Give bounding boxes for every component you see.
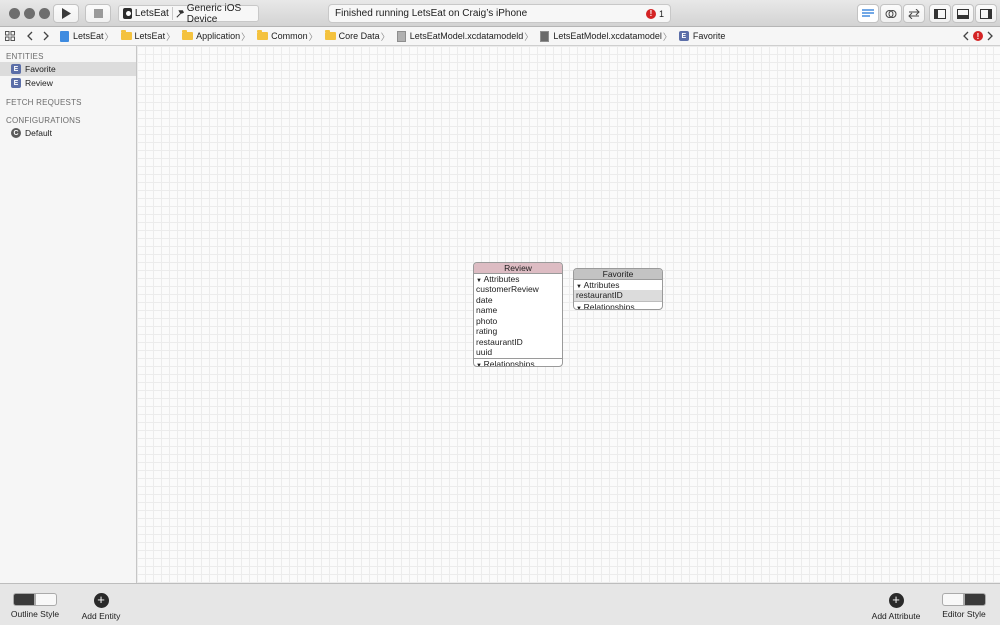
toggle-navigator-button[interactable] bbox=[929, 4, 951, 23]
stop-button[interactable] bbox=[85, 4, 111, 23]
issue-error-icon[interactable]: ! bbox=[973, 31, 983, 41]
run-button[interactable] bbox=[53, 4, 79, 23]
scheme-device-name: Generic iOS Device bbox=[186, 2, 242, 25]
activity-message: Finished running LetsEat on Craig’s iPho… bbox=[335, 8, 528, 19]
sidebar-configuration-default[interactable]: C Default bbox=[0, 126, 136, 140]
breadcrumb-xcdatamodel[interactable]: LetsEatModel.xcdatamodel 〉 bbox=[540, 30, 675, 43]
sidebar-entity-review[interactable]: E Review bbox=[0, 76, 136, 90]
breadcrumb-entity-favorite[interactable]: E Favorite bbox=[678, 31, 725, 41]
outline-style-control[interactable]: Outline Style bbox=[8, 593, 62, 619]
bottom-panel-icon bbox=[957, 8, 969, 19]
entity-box-review[interactable]: Review Attributes customerReview date na… bbox=[473, 262, 563, 367]
data-model-bundle-icon bbox=[396, 30, 406, 42]
breadcrumb-group-common[interactable]: Common 〉 bbox=[257, 30, 321, 43]
relationships-section[interactable]: Relationships bbox=[474, 357, 562, 366]
hammer-icon bbox=[176, 9, 184, 18]
folder-icon bbox=[182, 30, 194, 40]
related-items-grid-icon[interactable] bbox=[5, 31, 15, 41]
minimize-window-button[interactable] bbox=[24, 8, 35, 19]
attributes-section[interactable]: Attributes bbox=[474, 274, 562, 284]
configuration-icon: C bbox=[11, 128, 21, 138]
breadcrumb-group-application[interactable]: Application 〉 bbox=[182, 30, 253, 43]
project-icon bbox=[60, 30, 69, 42]
entities-header: ENTITIES bbox=[6, 52, 44, 61]
app-icon bbox=[123, 8, 132, 19]
right-panel-icon bbox=[980, 8, 992, 19]
plus-icon: + bbox=[93, 593, 109, 608]
play-icon bbox=[62, 8, 71, 19]
attribute-row[interactable]: name bbox=[474, 305, 562, 316]
configurations-header: CONFIGURATIONS bbox=[6, 116, 81, 125]
breadcrumb-project[interactable]: LetsEat 〉 bbox=[60, 30, 117, 43]
attributes-section[interactable]: Attributes bbox=[574, 280, 662, 290]
window-toolbar: LetsEat Generic iOS Device Finished runn… bbox=[0, 0, 1000, 27]
assistant-editor-button[interactable] bbox=[880, 4, 902, 23]
error-count: 1 bbox=[658, 8, 664, 19]
table-style-icon[interactable] bbox=[942, 593, 964, 606]
attribute-row[interactable]: uuid bbox=[474, 347, 562, 358]
scheme-app-name: LetsEat bbox=[134, 8, 169, 19]
folder-icon bbox=[257, 30, 269, 40]
hierarchical-list-icon[interactable] bbox=[35, 593, 57, 606]
add-entity-button[interactable]: + Add Entity bbox=[78, 593, 124, 622]
stop-icon bbox=[93, 9, 103, 18]
graph-style-icon[interactable] bbox=[964, 593, 986, 606]
add-attribute-label: Add Attribute bbox=[871, 611, 921, 621]
graph-editor-canvas[interactable]: Review Attributes customerReview date na… bbox=[137, 46, 1000, 583]
error-icon[interactable]: ! bbox=[645, 8, 656, 19]
attribute-row[interactable]: customerReview bbox=[474, 284, 562, 295]
add-entity-label: Add Entity bbox=[81, 611, 121, 621]
attribute-row[interactable]: restaurantID bbox=[474, 337, 562, 348]
editor-style-control[interactable]: Editor Style bbox=[938, 593, 990, 619]
folder-icon bbox=[324, 30, 336, 40]
data-model-icon bbox=[540, 30, 550, 42]
chevron-left-icon[interactable] bbox=[26, 31, 33, 41]
outline-style-label: Outline Style bbox=[10, 609, 60, 619]
chevron-right-icon[interactable] bbox=[43, 31, 50, 41]
zoom-window-button[interactable] bbox=[39, 8, 50, 19]
breadcrumb-group-core-data[interactable]: Core Data 〉 bbox=[324, 30, 393, 43]
relationships-section[interactable]: Relationships bbox=[574, 300, 662, 309]
attribute-row[interactable]: restaurantID bbox=[574, 290, 662, 301]
editor-style-segmented[interactable] bbox=[938, 593, 990, 606]
attribute-row[interactable]: date bbox=[474, 295, 562, 306]
folder-icon bbox=[120, 30, 132, 40]
attribute-row[interactable]: rating bbox=[474, 326, 562, 337]
editor-bottom-bar: Outline Style + Add Entity + Add Attribu… bbox=[0, 583, 1000, 625]
entity-icon: E bbox=[11, 64, 21, 74]
left-panel-icon bbox=[934, 8, 946, 19]
scheme-selector[interactable]: LetsEat Generic iOS Device bbox=[118, 2, 259, 25]
rings-icon bbox=[885, 9, 897, 18]
previous-issue-icon[interactable] bbox=[962, 31, 969, 41]
breadcrumb-xcdatamodeld[interactable]: LetsEatModel.xcdatamodeld 〉 bbox=[396, 30, 537, 43]
breadcrumb-group-letseat[interactable]: LetsEat 〉 bbox=[120, 30, 179, 43]
add-attribute-button[interactable]: + Add Attribute bbox=[866, 593, 926, 622]
lines-icon bbox=[862, 9, 874, 17]
fetch-requests-header: FETCH REQUESTS bbox=[6, 98, 82, 107]
flat-list-icon[interactable] bbox=[13, 593, 35, 606]
version-editor-button[interactable] bbox=[903, 4, 925, 23]
close-window-button[interactable] bbox=[9, 8, 20, 19]
activity-viewer: Finished running LetsEat on Craig’s iPho… bbox=[328, 4, 671, 23]
entity-icon: E bbox=[11, 78, 21, 88]
jump-bar: LetsEat 〉 LetsEat 〉 Application 〉 Common 〉 C… bbox=[0, 27, 1000, 46]
sidebar-entity-favorite[interactable]: E Favorite bbox=[0, 62, 136, 76]
entity-title: Favorite bbox=[574, 269, 662, 280]
entity-box-favorite[interactable]: Favorite Attributes restaurantID Relatio… bbox=[573, 268, 663, 310]
toggle-debug-area-button[interactable] bbox=[952, 4, 974, 23]
arrows-icon bbox=[908, 8, 920, 19]
next-issue-icon[interactable] bbox=[987, 31, 994, 41]
entity-title: Review bbox=[474, 263, 562, 274]
entity-outline-sidebar: ENTITIES E Favorite E Review FETCH REQUE… bbox=[0, 46, 137, 583]
toggle-utilities-button[interactable] bbox=[975, 4, 997, 23]
editor-style-label: Editor Style bbox=[942, 609, 986, 619]
attribute-row[interactable]: photo bbox=[474, 316, 562, 327]
outline-style-segmented[interactable] bbox=[8, 593, 62, 606]
standard-editor-button[interactable] bbox=[857, 4, 879, 23]
plus-icon: + bbox=[888, 593, 904, 608]
entity-icon: E bbox=[678, 31, 689, 41]
